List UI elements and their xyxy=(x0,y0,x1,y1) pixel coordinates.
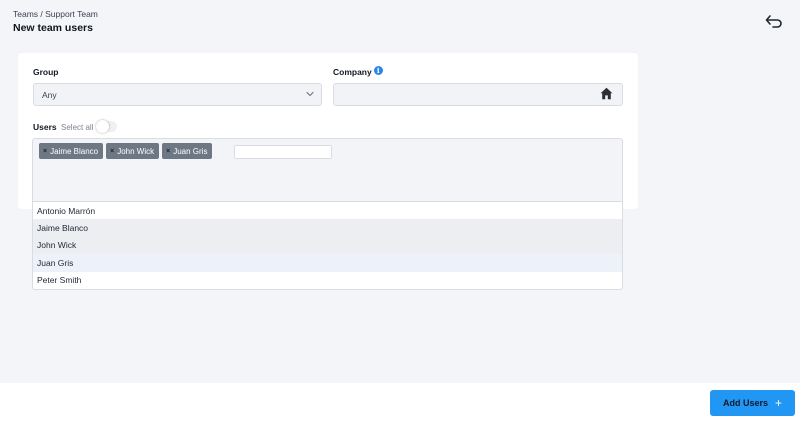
breadcrumb[interactable]: Teams / Support Team xyxy=(13,9,98,19)
dropdown-option[interactable]: Juan Gris xyxy=(33,254,622,272)
info-icon[interactable]: i xyxy=(373,65,383,75)
plus-icon: + xyxy=(775,396,783,410)
user-chip: × Jaime Blanco xyxy=(39,143,104,159)
user-chip: × John Wick xyxy=(106,143,160,159)
dropdown-option[interactable]: John Wick xyxy=(33,236,622,255)
add-users-label: Add Users xyxy=(722,398,768,408)
chip-remove-icon[interactable]: × xyxy=(166,148,170,155)
group-select-value: Any xyxy=(42,89,57,100)
users-label: Users xyxy=(33,122,57,132)
users-search-input[interactable] xyxy=(234,145,332,159)
dropdown-option[interactable]: Antonio Marrón xyxy=(33,202,622,219)
user-chip: × Juan Gris xyxy=(162,143,213,159)
add-users-button[interactable]: Add Users + xyxy=(710,390,795,416)
users-dropdown-list: Antonio Marrón Jaime Blanco John Wick Ju… xyxy=(32,202,623,290)
page-title: New team users xyxy=(13,22,93,34)
group-label: Group xyxy=(33,67,59,77)
selected-user-chips: × Jaime Blanco × John Wick × Juan Gris xyxy=(39,143,213,159)
chip-remove-icon[interactable]: × xyxy=(110,148,114,155)
select-all-toggle[interactable] xyxy=(96,120,117,133)
user-chip-label: Juan Gris xyxy=(173,146,208,156)
select-all-label: Select all xyxy=(61,123,94,132)
company-input[interactable] xyxy=(333,83,623,106)
dropdown-option[interactable]: Peter Smith xyxy=(33,272,622,289)
dropdown-option[interactable]: Jaime Blanco xyxy=(33,219,622,237)
group-select[interactable]: Any xyxy=(33,83,322,106)
user-chip-label: Jaime Blanco xyxy=(50,146,99,156)
company-label-text: Company xyxy=(333,67,372,77)
chevron-down-icon xyxy=(306,91,314,97)
home-icon[interactable] xyxy=(600,87,613,100)
toggle-knob xyxy=(96,120,109,133)
company-label: Company i xyxy=(333,65,383,77)
back-arrow-icon[interactable] xyxy=(765,13,783,29)
chip-remove-icon[interactable]: × xyxy=(43,148,47,155)
user-chip-label: John Wick xyxy=(117,146,155,156)
